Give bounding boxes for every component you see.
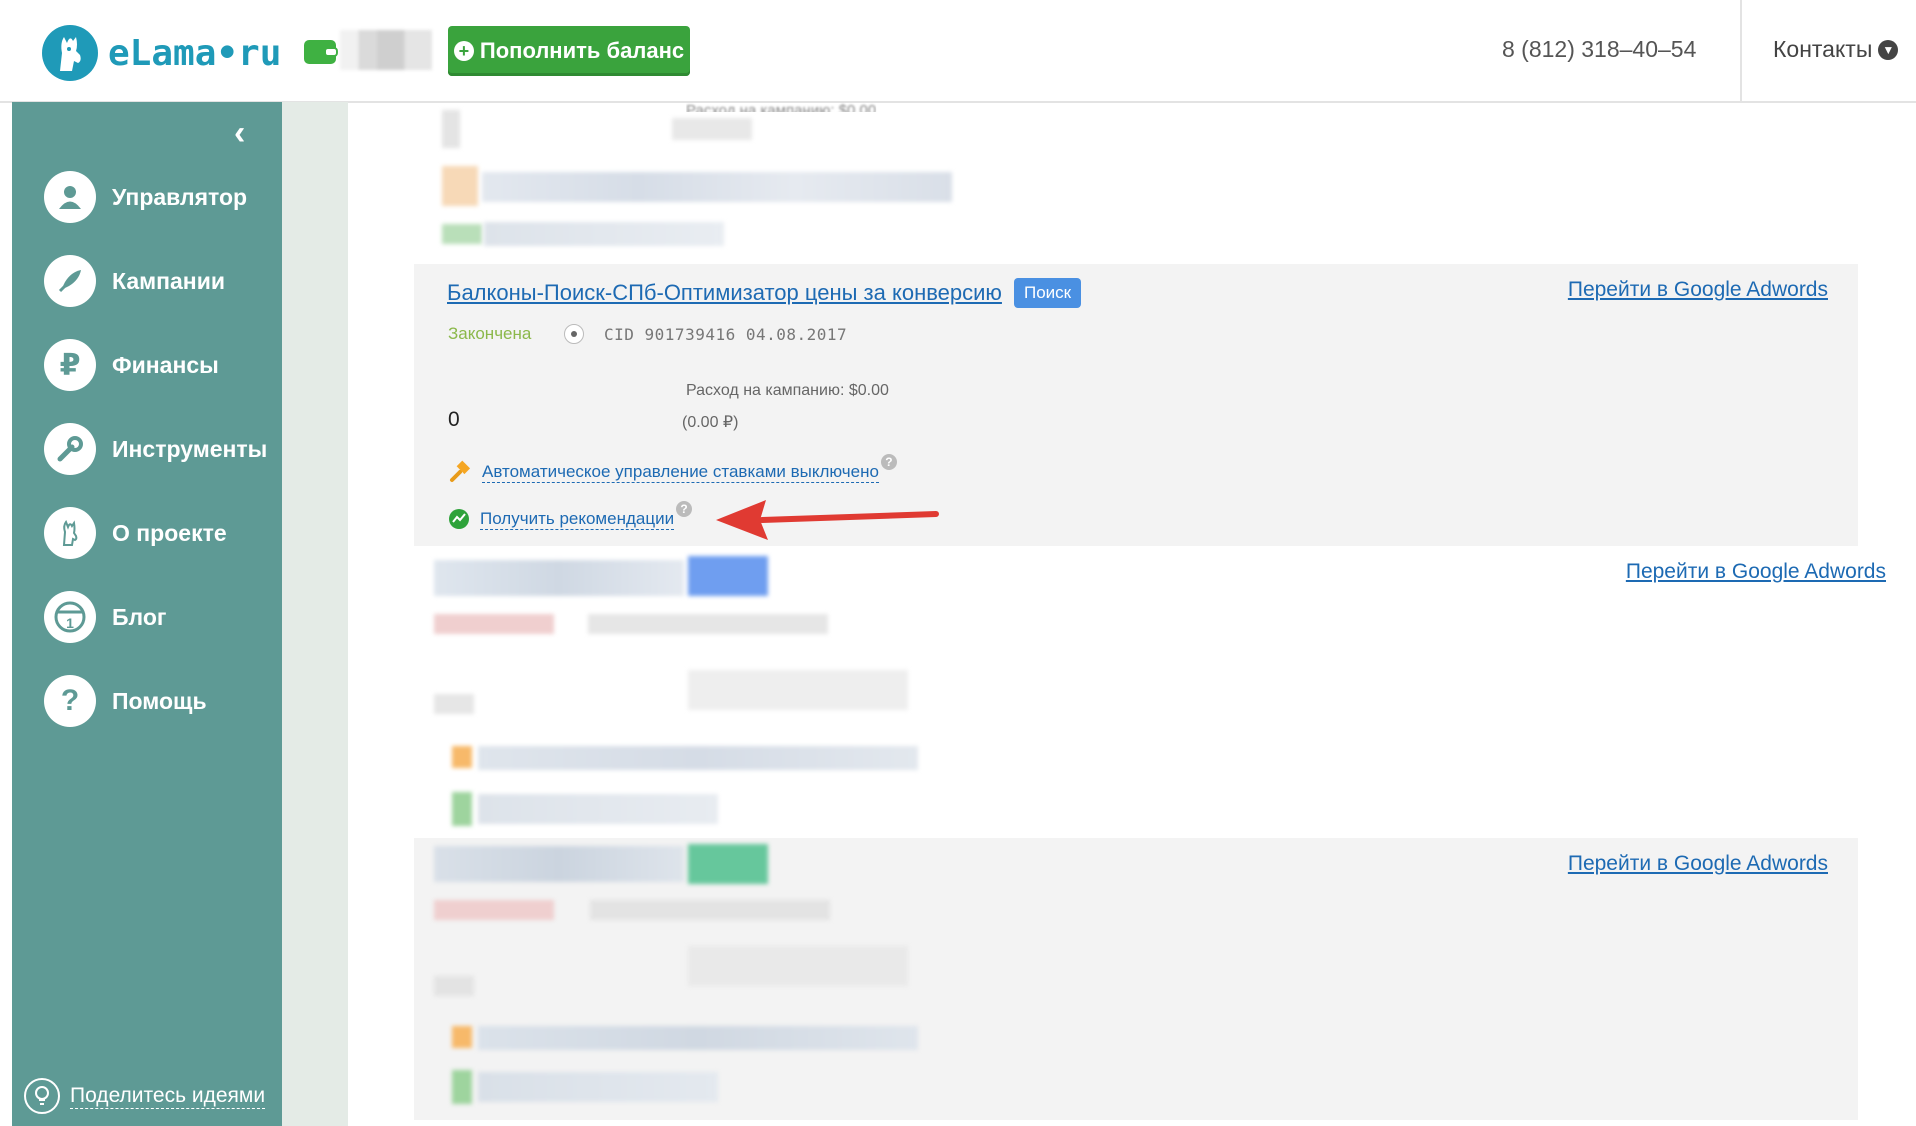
header-divider: [1740, 0, 1742, 101]
sidebar-item-help[interactable]: ? Помощь: [44, 674, 207, 728]
llama-logo-icon: [42, 25, 98, 81]
topup-label: Пополнить баланс: [479, 38, 685, 63]
sidebar-item-about[interactable]: О проекте: [44, 506, 227, 560]
phone-number: 8 (812) 318–40–54: [1502, 36, 1697, 62]
chevron-down-icon: ▼: [1878, 39, 1899, 60]
plus-circle-icon: +: [453, 41, 474, 61]
sidebar-item-blog[interactable]: 1 Блог: [44, 590, 166, 644]
topup-balance-button[interactable]: + Пополнить баланс: [448, 26, 690, 76]
campaign-list: Расход на кампанию: $0.00 Балконы-Поиск-…: [348, 102, 1916, 1126]
campaign-spend-rub: (0.00 ₽): [682, 414, 739, 431]
sidebar-item-label: Помощь: [112, 687, 207, 714]
google-adwords-link[interactable]: Перейти в Google Adwords: [1568, 852, 1828, 876]
campaign-card: Балконы-Поиск-СПб-Оптимизатор цены за ко…: [414, 264, 1858, 546]
wallet-icon: [304, 40, 338, 64]
sidebar-item-finance[interactable]: ₽ Финансы: [44, 338, 219, 392]
logo-text: eLama•ru: [108, 32, 282, 74]
sidebar-item-label: Кампании: [112, 267, 225, 294]
campaign-radio-icon[interactable]: [564, 324, 584, 344]
lightbulb-icon: [24, 1078, 60, 1114]
help-icon[interactable]: ?: [676, 501, 693, 517]
get-recommendations-link[interactable]: Получить рекомендации: [480, 509, 675, 530]
elama-logo[interactable]: eLama•ru: [42, 24, 281, 82]
campaign-type-badge: Поиск: [1014, 278, 1082, 308]
sidebar-item-upravlyator[interactable]: Управлятор: [44, 170, 247, 224]
sidebar-rail: [282, 102, 348, 1126]
balance-value-redacted: [340, 30, 432, 70]
share-ideas-link[interactable]: Поделитесь идеями: [24, 1078, 266, 1114]
hammer-icon: [450, 460, 471, 482]
partial-spend-text: Расход на кампанию: $0.00: [686, 102, 877, 119]
trend-up-icon: [449, 509, 469, 529]
svg-text:1: 1: [66, 615, 74, 631]
recommendations-row: Получить рекомендации ?: [448, 501, 693, 530]
sidebar: ‹ Управлятор Кампании ₽ Финансы Инструме…: [12, 102, 282, 1126]
share-ideas-label: Поделитесь идеями: [70, 1083, 266, 1109]
google-adwords-link[interactable]: Перейти в Google Adwords: [1568, 278, 1828, 302]
sidebar-item-label: Блог: [112, 603, 167, 630]
google-adwords-link[interactable]: Перейти в Google Adwords: [1626, 560, 1886, 584]
sidebar-item-label: Финансы: [112, 351, 219, 378]
campaign-cid-date: CID 901739416 04.08.2017: [604, 325, 848, 344]
sidebar-item-label: Инструменты: [112, 435, 268, 462]
sidebar-item-label: О проекте: [112, 519, 227, 546]
user-icon: [44, 171, 96, 223]
campaign-title-link[interactable]: Балконы-Поиск-СПб-Оптимизатор цены за ко…: [447, 280, 1002, 306]
blog-icon: 1: [44, 591, 96, 643]
red-arrow-annotation: [716, 500, 939, 540]
rocket-icon: [44, 255, 96, 307]
collapse-sidebar-icon[interactable]: ‹: [234, 114, 245, 153]
campaign-spend: Расход на кампанию: $0.00: [686, 382, 889, 399]
campaign-card-blurred-3: Перейти в Google Adwords: [414, 838, 1858, 1120]
ruble-icon: ₽: [44, 339, 96, 391]
sidebar-item-label: Управлятор: [112, 183, 248, 210]
contacts-dropdown[interactable]: Контакты ▼: [1773, 36, 1899, 63]
help-icon[interactable]: ?: [880, 454, 897, 470]
top-header: eLama•ru + Пополнить баланс 8 (812) 318–…: [0, 0, 1916, 103]
sidebar-item-tools[interactable]: Инструменты: [44, 422, 267, 476]
llama-icon: [44, 507, 96, 559]
campaign-status: Закончена: [448, 324, 532, 343]
sidebar-item-campaigns[interactable]: Кампании: [44, 254, 225, 308]
contacts-label: Контакты: [1773, 36, 1873, 62]
bid-management-row: Автоматическое управление ставками выклю…: [448, 454, 897, 484]
question-icon: ?: [44, 675, 96, 727]
wrench-icon: [44, 423, 96, 475]
campaign-value: 0: [448, 408, 460, 431]
bid-management-link[interactable]: Автоматическое управление ставками выклю…: [482, 462, 879, 483]
